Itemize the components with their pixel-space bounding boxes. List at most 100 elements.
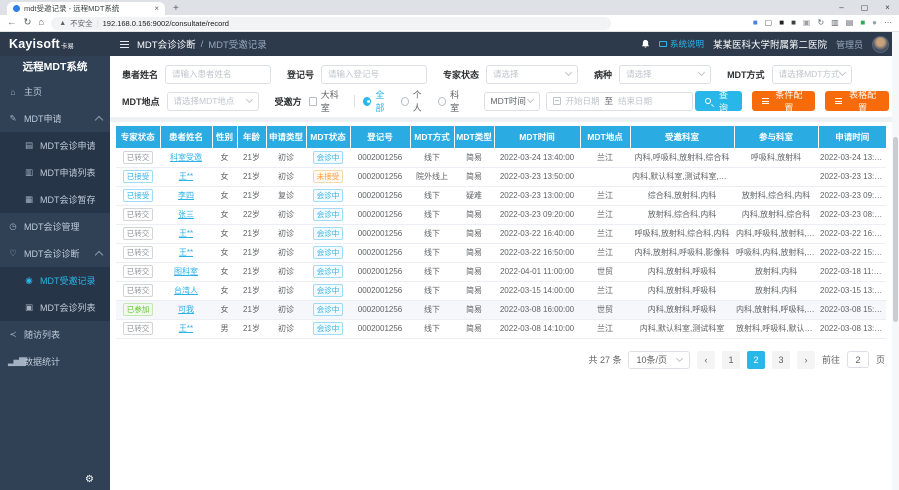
- cell-mdt-type: 简易: [454, 281, 494, 300]
- patient-name-link[interactable]: 可我: [178, 305, 194, 314]
- breadcrumb-parent[interactable]: MDT会诊诊断: [137, 37, 196, 51]
- patient-name-link[interactable]: 图科室: [174, 267, 198, 276]
- mdt-mode-select[interactable]: 请选择MDT方式: [772, 65, 852, 84]
- sidebar-item-home[interactable]: ⌂主页: [0, 78, 110, 105]
- column-header[interactable]: 专家状态: [116, 126, 160, 148]
- shield-icon: ▣: [24, 302, 34, 313]
- back-icon[interactable]: ←: [7, 18, 17, 28]
- sidebar-collapse-icon[interactable]: [120, 41, 129, 48]
- big-dept-label[interactable]: 大科室: [321, 88, 345, 114]
- table-config-button[interactable]: 表格配置: [825, 91, 889, 111]
- goto-page-input[interactable]: [847, 351, 869, 368]
- split-screen-icon[interactable]: ▥: [831, 19, 839, 27]
- cell-mdt-status: 会诊中: [306, 205, 350, 224]
- column-header[interactable]: 受邀科室: [630, 126, 734, 148]
- register-no-input[interactable]: [321, 65, 427, 84]
- more-options-icon[interactable]: ⋯: [884, 19, 892, 27]
- system-help-link[interactable]: 系统说明: [659, 38, 704, 50]
- patient-name-link[interactable]: 王**: [179, 248, 193, 257]
- patient-name-link[interactable]: 李四: [178, 191, 194, 200]
- browser-home-icon[interactable]: ⌂: [38, 18, 44, 28]
- cell-expert-status: 已转交: [116, 262, 160, 281]
- radio-personal[interactable]: 个人: [401, 88, 428, 114]
- page-button-1[interactable]: 1: [722, 351, 740, 369]
- notification-bell-icon[interactable]: [641, 39, 650, 49]
- tab-close-icon[interactable]: ×: [154, 5, 159, 13]
- sidebar-item-mdt-consult-apply[interactable]: ▤MDT会诊申请: [0, 132, 110, 159]
- column-header[interactable]: 参与科室: [734, 126, 818, 148]
- window-minimize-button[interactable]: –: [830, 0, 853, 15]
- sidebar-item-mdt-consult-list[interactable]: ▣MDT会诊列表: [0, 294, 110, 321]
- sidebar-item-mdt-apply[interactable]: ✎MDT申请: [0, 105, 110, 132]
- page-button-2[interactable]: 2: [747, 351, 765, 369]
- sidebar-item-statistics[interactable]: ▂▅▇数据统计: [0, 348, 110, 375]
- scrollbar-thumb[interactable]: [893, 137, 898, 322]
- cell-mdt-time: 2022-03-23 13:50:00: [494, 167, 580, 186]
- refresh-extension-icon[interactable]: ↻: [817, 19, 824, 27]
- column-header[interactable]: 患者姓名: [160, 126, 212, 148]
- mdt-place-select[interactable]: 请选择MDT地点: [167, 92, 259, 111]
- cell-age: 21岁: [237, 186, 266, 205]
- collections-icon[interactable]: ▤: [846, 19, 854, 27]
- column-header[interactable]: 申请类型: [266, 126, 306, 148]
- copy-page-icon[interactable]: ▢: [765, 19, 773, 27]
- window-restore-button[interactable]: ▢: [853, 0, 876, 15]
- reload-icon[interactable]: ↻: [24, 18, 32, 28]
- cell-expert-status: 已参加: [116, 300, 160, 319]
- total-count: 共 27 条: [588, 353, 621, 366]
- settings-gear-icon[interactable]: ⚙: [85, 474, 94, 485]
- patient-name-link[interactable]: 台湾人: [174, 286, 198, 295]
- chevron-down-icon: [526, 96, 533, 103]
- cell-gender: 女: [212, 281, 237, 300]
- column-header[interactable]: MDT地点: [580, 126, 630, 148]
- mute-tab-icon[interactable]: ▣: [803, 19, 811, 27]
- browser-tab[interactable]: mdt受邀记录 - 远程MDT系统 ×: [7, 2, 165, 15]
- disease-select[interactable]: 请选择: [619, 65, 711, 84]
- page-button-3[interactable]: 3: [772, 351, 790, 369]
- user-avatar[interactable]: [872, 36, 889, 53]
- new-tab-button[interactable]: +: [173, 2, 179, 15]
- dark-extension-icon[interactable]: ■: [791, 19, 796, 27]
- sidebar-item-followup-list[interactable]: ≺随访列表: [0, 321, 110, 348]
- sidebar-item-mdt-diagnosis[interactable]: ♡MDT会诊诊断: [0, 240, 110, 267]
- column-header[interactable]: MDT类型: [454, 126, 494, 148]
- extension-hub-icon[interactable]: ■: [753, 19, 758, 27]
- condition-config-button[interactable]: 条件配置: [752, 91, 816, 111]
- sidebar-item-mdt-invite-record[interactable]: ◉MDT受邀记录: [0, 267, 110, 294]
- search-button[interactable]: 查询: [695, 91, 741, 111]
- column-header[interactable]: MDT状态: [306, 126, 350, 148]
- patient-name-link[interactable]: 王**: [179, 229, 193, 238]
- page-scrollbar[interactable]: [892, 32, 899, 490]
- column-header[interactable]: MDT时间: [494, 126, 580, 148]
- column-header[interactable]: 申请时间: [818, 126, 886, 148]
- cell-age: 21岁: [237, 319, 266, 338]
- window-close-button[interactable]: ×: [876, 0, 899, 15]
- big-dept-checkbox[interactable]: [309, 97, 317, 106]
- green-extension-icon[interactable]: ■: [860, 19, 865, 27]
- column-header[interactable]: 性别: [212, 126, 237, 148]
- sidebar-item-mdt-consult-draft[interactable]: ▦MDT会诊暂存: [0, 186, 110, 213]
- profile-icon[interactable]: ●: [872, 19, 877, 27]
- expert-status-select[interactable]: 请选择: [486, 65, 578, 84]
- chevron-up-icon: [95, 251, 103, 259]
- radio-dept[interactable]: 科室: [438, 88, 465, 114]
- column-header[interactable]: MDT方式: [410, 126, 454, 148]
- patient-name-link[interactable]: 张三: [178, 210, 194, 219]
- sidebar-item-mdt-manage[interactable]: ◷MDT会诊管理: [0, 213, 110, 240]
- column-header[interactable]: 年龄: [237, 126, 266, 148]
- patient-name-link[interactable]: 王**: [179, 172, 193, 181]
- radio-off-icon: [438, 97, 446, 106]
- next-page-button[interactable]: ›: [797, 351, 815, 369]
- date-range-picker[interactable]: 开始日期 至 结束日期: [546, 92, 694, 111]
- address-bar[interactable]: ▲ 不安全 | 192.168.0.156:9002/consultate/re…: [51, 17, 611, 30]
- prev-page-button[interactable]: ‹: [697, 351, 715, 369]
- patient-name-link[interactable]: 王**: [179, 324, 193, 333]
- radio-all[interactable]: 全部: [363, 88, 390, 114]
- sidebar-item-mdt-apply-list[interactable]: ▥MDT申请列表: [0, 159, 110, 186]
- patient-name-link[interactable]: 科室受邀: [170, 153, 202, 162]
- time-type-select[interactable]: MDT时间: [484, 92, 540, 111]
- column-header[interactable]: 登记号: [350, 126, 410, 148]
- dark-a-extension-icon[interactable]: ■: [779, 19, 784, 27]
- page-size-select[interactable]: 10条/页: [628, 351, 690, 369]
- patient-name-input[interactable]: [165, 65, 271, 84]
